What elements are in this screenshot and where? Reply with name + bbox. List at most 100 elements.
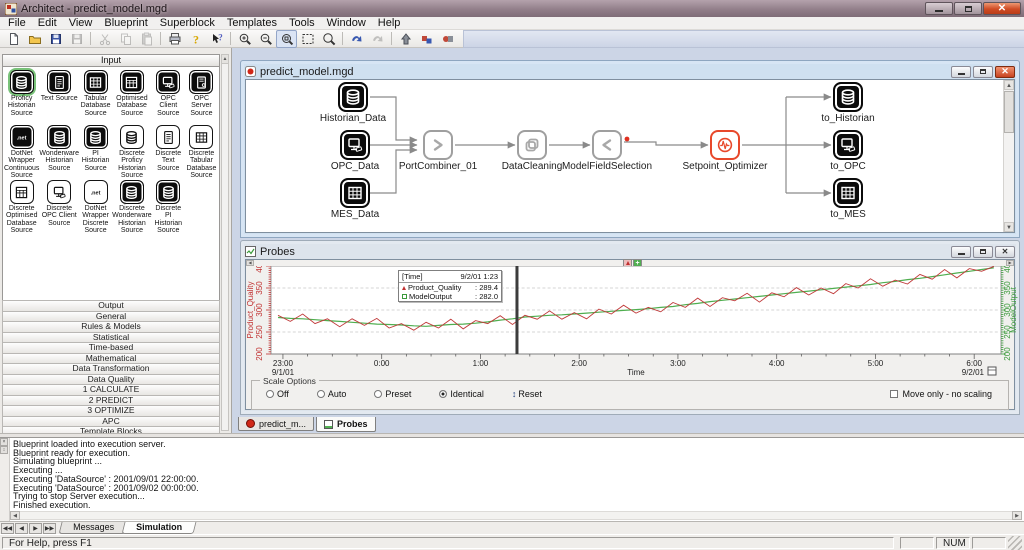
radio-indicator <box>374 390 382 398</box>
toolbar-zoom-in-button[interactable] <box>234 30 255 48</box>
log-pin-button[interactable]: ↕ <box>0 446 8 454</box>
title-bar[interactable]: Architect - predict_model.mgd ✕ <box>0 0 1024 17</box>
scrollbar-thumb[interactable] <box>1004 91 1014 133</box>
toolbar-about-button[interactable] <box>185 30 206 48</box>
close-button[interactable]: ✕ <box>983 2 1021 15</box>
scroll-up-icon[interactable]: ▲ <box>222 55 228 64</box>
probes-window-titlebar[interactable]: Probes ✕ <box>245 244 1015 259</box>
palette-item-dotnet-wrapper-continuous-source[interactable]: DotNet Wrapper Continuous Source <box>4 125 39 180</box>
palette-item-pi-historian-source[interactable]: PI Historian Source <box>79 125 112 180</box>
palette-item-discrete-proficy-historian-source[interactable]: Discrete Proficy Historian Source <box>112 125 152 180</box>
palette-item-proficy-historian-source[interactable]: Proficy Historian Source <box>4 70 39 125</box>
toolbar-new-button[interactable] <box>3 30 24 48</box>
svg-text:200: 200 <box>255 347 264 361</box>
palette-item-optimised-database-source[interactable]: Optimised Database Source <box>112 70 152 125</box>
menu-tools[interactable]: Tools <box>283 17 321 29</box>
toolbar-zoom-fit-button[interactable] <box>297 30 318 48</box>
block-historian-data[interactable]: Historian_Data <box>338 82 368 112</box>
menu-edit[interactable]: Edit <box>32 17 63 29</box>
probes-window[interactable]: Probes ✕ ◀ + ▶ 20020025025030030 <box>240 240 1020 415</box>
blueprint-canvas[interactable]: Historian_Data OPC_Data MES_Data PortCombin… <box>246 80 1003 232</box>
gridh-icon <box>120 70 144 94</box>
palette-item-discrete-pi-historian-source[interactable]: Discrete PI Historian Source <box>152 180 185 235</box>
move-only-checkbox[interactable]: Move only - no scaling <box>890 389 992 399</box>
probes-minimize-button[interactable] <box>951 246 971 258</box>
minimize-button[interactable] <box>925 2 953 15</box>
tab-prev-button[interactable]: ◀ <box>15 523 28 534</box>
scrollbar-track[interactable] <box>20 511 1012 520</box>
checkbox-icon[interactable] <box>890 390 898 398</box>
toolbar-print-button[interactable] <box>164 30 185 48</box>
tab-last-button[interactable]: ▶▶ <box>43 523 56 534</box>
radio-identical[interactable]: Identical <box>439 389 484 399</box>
tab-first-button[interactable]: ◀◀ <box>1 523 14 534</box>
toolbar-zoom-out-button[interactable] <box>255 30 276 48</box>
toolbar-configure-button[interactable] <box>416 30 437 48</box>
mdi-tab-probes[interactable]: Probes <box>316 417 376 432</box>
palette-item-text-source[interactable]: Text Source <box>39 70 79 125</box>
log-tab-simulation[interactable]: Simulation <box>122 522 197 534</box>
menu-file[interactable]: File <box>2 17 32 29</box>
palette-category-input[interactable]: Input <box>3 55 219 67</box>
radio-preset[interactable]: Preset <box>374 389 411 399</box>
block-datacleaning[interactable]: DataCleaning <box>517 130 547 160</box>
probes-close-button[interactable]: ✕ <box>995 246 1015 258</box>
block-to-historian[interactable]: to_Historian <box>833 82 863 112</box>
scroll-down-icon[interactable]: ▼ <box>1004 222 1014 232</box>
log-tab-messages[interactable]: Messages <box>59 522 129 534</box>
radio-off[interactable]: Off <box>266 389 289 399</box>
log-close-button[interactable]: × <box>0 438 8 446</box>
radio-auto[interactable]: Auto <box>317 389 347 399</box>
trend-chart[interactable]: 200200250250300300350350400400Product_Qu… <box>246 266 1018 378</box>
tab-next-button[interactable]: ▶ <box>29 523 42 534</box>
palette-item-discrete-optimised-database-source[interactable]: Discrete Optimised Database Source <box>4 180 39 235</box>
menu-superblock[interactable]: Superblock <box>154 17 221 29</box>
reset-button[interactable]: ↕Reset <box>512 389 542 399</box>
toolbar-run-button[interactable] <box>346 30 367 48</box>
scroll-left-icon[interactable]: ◀ <box>10 511 20 520</box>
blueprint-window-titlebar[interactable]: predict_model.mgd ✕ <box>245 64 1015 79</box>
toolbar-configure-2-button[interactable] <box>437 30 458 48</box>
toolbar-save-button[interactable] <box>45 30 66 48</box>
toolbar-open-button[interactable] <box>24 30 45 48</box>
palette-item-opc-client-source[interactable]: OPC Client Source <box>152 70 185 125</box>
menu-help[interactable]: Help <box>372 17 407 29</box>
block-portcombiner-01[interactable]: PortCombiner_01 <box>423 130 453 160</box>
blueprint-vertical-scrollbar[interactable]: ▲ ▼ <box>1003 80 1014 232</box>
probes-restore-button[interactable] <box>973 246 993 258</box>
block-mes-data[interactable]: MES_Data <box>340 178 370 208</box>
menu-view[interactable]: View <box>63 17 99 29</box>
resize-grip[interactable] <box>1008 536 1022 550</box>
mdi-tab-predict-m[interactable]: predict_m... <box>238 417 314 431</box>
block-to-opc[interactable]: to_OPC <box>833 130 863 160</box>
palette-item-wonderware-historian-source[interactable]: Wonderware Historian Source <box>39 125 79 180</box>
scroll-right-icon[interactable]: ▶ <box>1012 511 1022 520</box>
palette-item-tabular-database-source[interactable]: Tabular Database Source <box>79 70 112 125</box>
toolbar-zoom-custom-button[interactable] <box>318 30 339 48</box>
palette-item-discrete-text-source[interactable]: Discrete Text Source <box>152 125 185 180</box>
menu-window[interactable]: Window <box>321 17 372 29</box>
blueprint-close-button[interactable]: ✕ <box>995 66 1015 78</box>
blueprint-restore-button[interactable] <box>973 66 993 78</box>
palette-item-discrete-tabular-database-source[interactable]: Discrete Tabular Database Source <box>185 125 218 180</box>
menu-templates[interactable]: Templates <box>221 17 283 29</box>
block-setpoint-optimizer[interactable]: Setpoint_Optimizer <box>710 130 740 160</box>
menu-blueprint[interactable]: Blueprint <box>98 17 153 29</box>
toolbar-zoom-normal-button[interactable] <box>276 30 297 48</box>
blueprint-window[interactable]: predict_model.mgd ✕ Historian_Data OPC_Da… <box>240 60 1020 238</box>
blueprint-minimize-button[interactable] <box>951 66 971 78</box>
block-to-mes[interactable]: to_MES <box>833 178 863 208</box>
toolbar-separator <box>230 32 231 45</box>
block-opc-data[interactable]: OPC_Data <box>340 130 370 160</box>
palette-item-dotnet-wrapper-discrete-source[interactable]: DotNet Wrapper Discrete Source <box>79 180 112 235</box>
toolbar-context-help-button[interactable] <box>206 30 227 48</box>
toolbar-upload-button[interactable] <box>395 30 416 48</box>
block-modelfieldselection[interactable]: ModelFieldSelection <box>592 130 622 160</box>
palette-item-opc-server-source[interactable]: OPC Server Source <box>185 70 218 125</box>
palette-item-discrete-wonderware-historian-source[interactable]: Discrete Wonderware Historian Source <box>112 180 152 235</box>
log-horizontal-scrollbar[interactable]: ◀ ▶ <box>10 510 1022 520</box>
scroll-up-icon[interactable]: ▲ <box>1004 80 1014 90</box>
maximize-button[interactable] <box>954 2 982 15</box>
palette-item-discrete-opc-client-source[interactable]: Discrete OPC Client Source <box>39 180 79 235</box>
palette-scrollbar[interactable]: ▲ <box>221 54 229 431</box>
